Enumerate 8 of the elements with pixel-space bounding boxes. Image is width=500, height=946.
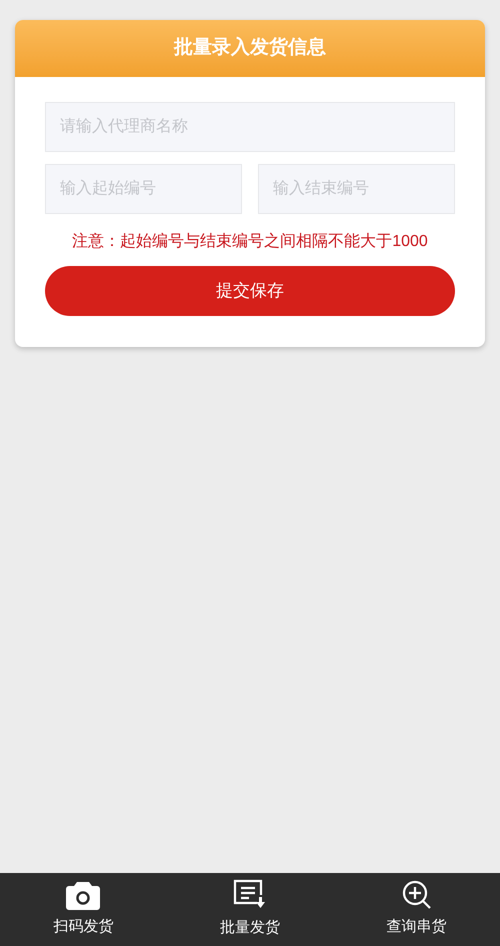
notice-text: 注意：起始编号与结束编号之间相隔不能大于1000 (71, 232, 429, 252)
submit-button[interactable]: 提交保存 (45, 266, 455, 316)
zoom-in-icon (402, 880, 432, 910)
nav-tab[interactable]: 查询串货 (333, 873, 500, 946)
card-title: 批量录入发货信息 (174, 36, 326, 60)
nav-tab[interactable]: 扫码发货 (0, 873, 167, 946)
camera-icon (66, 880, 100, 910)
nav-tab[interactable]: 批量发货 (166, 873, 334, 946)
